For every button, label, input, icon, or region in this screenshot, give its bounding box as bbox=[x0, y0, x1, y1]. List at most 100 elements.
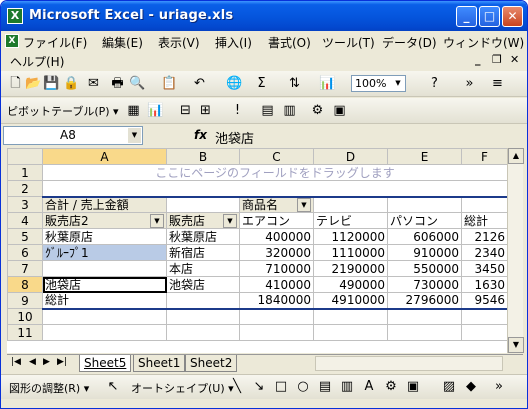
undo-icon[interactable]: ↶ bbox=[191, 75, 208, 92]
title-bar[interactable]: X Microsoft Excel - uriage.xls _ □ ✕ bbox=[1, 1, 527, 31]
shape-3d-icon[interactable]: ◆ bbox=[463, 379, 479, 394]
store-cell[interactable]: 新宿店 bbox=[166, 244, 240, 261]
column-header[interactable]: A bbox=[42, 148, 167, 165]
product-header[interactable]: エアコン bbox=[239, 212, 314, 229]
paste-icon[interactable]: 📋 bbox=[161, 75, 178, 92]
menu-help[interactable]: ヘルプ(H) bbox=[10, 53, 64, 70]
always-display-icon[interactable]: ▥ bbox=[281, 102, 298, 119]
autosum-icon[interactable]: Σ bbox=[253, 75, 270, 92]
scroll-up-icon[interactable]: ▲ bbox=[508, 148, 524, 164]
cell[interactable] bbox=[387, 324, 462, 341]
cell[interactable] bbox=[313, 324, 388, 341]
value-cell[interactable]: 490000 bbox=[313, 276, 388, 293]
hide-detail-icon[interactable]: ⊟ bbox=[177, 102, 194, 119]
cell[interactable] bbox=[42, 324, 167, 341]
row-header[interactable]: 5 bbox=[7, 228, 43, 245]
value-cell[interactable]: 400000 bbox=[239, 228, 314, 245]
menu-file[interactable]: ファイル(F) bbox=[23, 34, 87, 51]
column-header[interactable]: C bbox=[239, 148, 314, 165]
value-cell[interactable]: 1120000 bbox=[313, 228, 388, 245]
column-header[interactable]: B bbox=[166, 148, 240, 165]
toolbar-options-icon[interactable]: » bbox=[491, 379, 507, 394]
dropdown-arrow-icon[interactable]: ▼ bbox=[223, 213, 237, 228]
total-cell[interactable]: 2126 bbox=[461, 228, 508, 245]
cell[interactable] bbox=[461, 308, 508, 325]
grand-total-cell[interactable]: 9546 bbox=[461, 292, 508, 310]
total-cell[interactable]: 1630 bbox=[461, 276, 508, 293]
value-cell[interactable]: 730000 bbox=[387, 276, 462, 293]
grand-total-cell[interactable]: 4910000 bbox=[313, 292, 388, 310]
first-sheet-icon[interactable]: |◀ bbox=[11, 357, 21, 367]
menu-window[interactable]: ウィンドウ(W) bbox=[443, 34, 524, 51]
cell[interactable] bbox=[166, 324, 240, 341]
tab-sheet1[interactable]: Sheet1 bbox=[133, 355, 186, 372]
cell[interactable] bbox=[387, 196, 462, 213]
oval-icon[interactable]: ○ bbox=[295, 379, 311, 394]
cell[interactable] bbox=[313, 196, 388, 213]
name-box[interactable]: A8 ▼ bbox=[3, 126, 143, 145]
column-header[interactable]: D bbox=[313, 148, 388, 165]
column-header[interactable]: F bbox=[461, 148, 508, 165]
row-header[interactable]: 7 bbox=[7, 260, 43, 277]
doc-minimize-button[interactable]: _ bbox=[475, 53, 481, 66]
row-header[interactable]: 9 bbox=[7, 292, 43, 309]
doc-close-button[interactable]: ✕ bbox=[510, 53, 519, 66]
cell-table[interactable]: A B C D E F 1 ここにページのフィールドをドラッグします 2 3 合… bbox=[7, 148, 508, 341]
scroll-down-icon[interactable]: ▼ bbox=[508, 337, 524, 353]
row-field-button-group[interactable]: 販売店2 ▼ bbox=[42, 212, 167, 229]
cell[interactable] bbox=[239, 308, 314, 325]
cell[interactable] bbox=[42, 180, 508, 198]
include-hidden-icon[interactable]: ▤ bbox=[259, 102, 276, 119]
close-button[interactable]: ✕ bbox=[502, 6, 523, 27]
last-sheet-icon[interactable]: ▶| bbox=[57, 357, 67, 367]
format-report-icon[interactable]: ▦ bbox=[125, 102, 142, 119]
minimize-button[interactable]: _ bbox=[456, 6, 477, 27]
active-cell[interactable]: 池袋店 bbox=[42, 276, 167, 293]
help-icon[interactable]: ? bbox=[426, 75, 443, 92]
line-icon[interactable]: ╲ bbox=[229, 379, 245, 394]
show-detail-icon[interactable]: ⊞ bbox=[197, 102, 214, 119]
field-settings-icon[interactable]: ⚙ bbox=[309, 102, 326, 119]
sort-ascending-icon[interactable]: ⇅ bbox=[286, 75, 303, 92]
menu-insert[interactable]: 挿入(I) bbox=[215, 34, 252, 51]
draw-adjust-menu[interactable]: 図形の調整(R) ▾ bbox=[9, 380, 89, 396]
clipart-icon[interactable]: ▣ bbox=[405, 379, 421, 394]
tab-sheet2[interactable]: Sheet2 bbox=[185, 355, 238, 372]
row-header[interactable]: 2 bbox=[7, 180, 43, 197]
doc-restore-button[interactable]: ❐ bbox=[492, 53, 502, 66]
cell[interactable] bbox=[461, 196, 508, 213]
total-cell[interactable]: 2340 bbox=[461, 244, 508, 261]
document-icon[interactable]: X bbox=[5, 34, 19, 48]
grand-total-cell[interactable]: 2796000 bbox=[387, 292, 462, 310]
value-cell[interactable]: 710000 bbox=[239, 260, 314, 277]
toolbar-options-icon[interactable]: » bbox=[461, 75, 478, 92]
rectangle-icon[interactable]: □ bbox=[273, 379, 289, 394]
row-header[interactable]: 4 bbox=[7, 212, 43, 229]
row-header[interactable]: 8 bbox=[7, 276, 43, 293]
align-icon[interactable]: ≡ bbox=[489, 75, 506, 92]
grand-total-cell[interactable]: 1840000 bbox=[239, 292, 314, 310]
vertical-scrollbar[interactable]: ▲ ▼ bbox=[507, 148, 524, 353]
grand-total-header[interactable]: 総計 bbox=[461, 212, 508, 229]
next-sheet-icon[interactable]: ▶ bbox=[43, 357, 50, 367]
column-field-button[interactable]: 商品名 ▼ bbox=[239, 196, 314, 213]
total-cell[interactable]: 3450 bbox=[461, 260, 508, 277]
row-header[interactable]: 6 bbox=[7, 244, 43, 261]
cell[interactable] bbox=[42, 308, 167, 325]
menu-tools[interactable]: ツール(T) bbox=[322, 34, 375, 51]
cell[interactable] bbox=[166, 292, 240, 310]
row-field-button-store[interactable]: 販売店 ▼ bbox=[166, 212, 240, 229]
open-folder-icon[interactable]: 📂 bbox=[25, 75, 42, 92]
permission-icon[interactable]: 🔒 bbox=[63, 75, 80, 92]
cell[interactable] bbox=[387, 308, 462, 325]
value-cell[interactable]: 606000 bbox=[387, 228, 462, 245]
cell[interactable] bbox=[461, 324, 508, 341]
row-header[interactable]: 11 bbox=[7, 324, 43, 341]
menu-format[interactable]: 書式(O) bbox=[268, 34, 311, 51]
data-field-label[interactable]: 合計 / 売上金額 bbox=[42, 196, 167, 213]
select-all-corner[interactable] bbox=[7, 148, 43, 165]
tab-sheet5[interactable]: Sheet5 bbox=[79, 355, 132, 372]
store-cell[interactable]: 池袋店 bbox=[166, 276, 240, 293]
wordart-icon[interactable]: A bbox=[361, 379, 377, 394]
grand-total-label[interactable]: 総計 bbox=[42, 292, 167, 310]
